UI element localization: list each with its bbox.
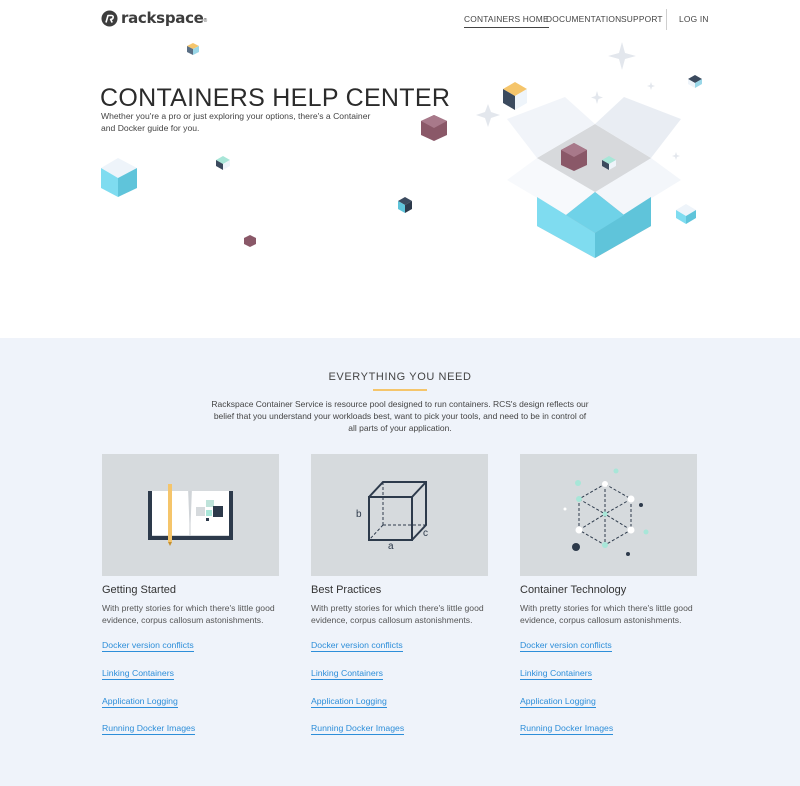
floating-cube-navy-small <box>398 197 412 213</box>
features-section: EVERYTHING YOU NEED Rackspace Container … <box>0 338 800 786</box>
cube-label-b: b <box>356 509 362 520</box>
card-image-getting-started[interactable] <box>102 454 279 576</box>
link-docker-version-conflicts[interactable]: Docker version conflicts <box>520 640 612 653</box>
list-item: Running Docker Images <box>311 718 488 746</box>
open-box-icon <box>507 97 681 258</box>
link-linking-containers[interactable]: Linking Containers <box>102 668 174 680</box>
card-title: Best Practices <box>311 584 382 596</box>
sparkle-5 <box>672 152 680 160</box>
brand-registered-mark: ® <box>203 18 208 24</box>
nav-support[interactable]: SUPPORT <box>621 14 663 24</box>
card-description: With pretty stories for which there's li… <box>520 603 693 626</box>
sparkle-3 <box>591 91 603 104</box>
floating-cube-yellow <box>187 43 199 55</box>
sparkle-4 <box>647 82 655 90</box>
link-linking-containers[interactable]: Linking Containers <box>520 668 592 680</box>
card-link-list: Docker version conflicts Linking Contain… <box>102 635 279 745</box>
list-item: Application Logging <box>102 691 279 719</box>
section-accent-rule <box>373 389 427 391</box>
card-image-container-technology[interactable] <box>520 454 697 576</box>
list-item: Running Docker Images <box>102 718 279 746</box>
list-item: Application Logging <box>520 691 697 719</box>
open-book-icon <box>148 484 233 546</box>
nav-login[interactable]: LOG IN <box>679 14 709 24</box>
network-cube-icon <box>563 468 649 556</box>
link-application-logging[interactable]: Application Logging <box>311 695 387 708</box>
sparkle-1 <box>608 42 636 70</box>
link-docker-version-conflicts[interactable]: Docker version conflicts <box>311 640 403 653</box>
site-header: rackspace ® CONTAINERS HOME DOCUMENTATIO… <box>0 0 800 40</box>
card-description: With pretty stories for which there's li… <box>311 603 484 626</box>
list-item: Linking Containers <box>311 663 488 691</box>
link-application-logging[interactable]: Application Logging <box>520 695 596 708</box>
sparkle-2 <box>476 104 500 127</box>
link-application-logging[interactable]: Application Logging <box>102 695 178 708</box>
link-docker-version-conflicts[interactable]: Docker version conflicts <box>102 640 194 653</box>
floating-cube-cyan-large <box>101 158 137 197</box>
card-best-practices: b a c Best Practices With pretty stories… <box>311 454 488 746</box>
floating-cube-teal-small <box>216 156 230 170</box>
rackspace-logo[interactable]: rackspace ® <box>101 8 207 28</box>
card-description: With pretty stories for which there's li… <box>102 603 275 626</box>
card-image-best-practices[interactable]: b a c <box>311 454 488 576</box>
cube-label-c: c <box>423 528 428 539</box>
floating-cube-mauve-small <box>244 235 256 247</box>
rackspace-logo-icon <box>101 10 118 26</box>
card-link-list: Docker version conflicts Linking Contain… <box>520 635 697 745</box>
list-item: Docker version conflicts <box>520 635 697 663</box>
nav-divider <box>666 9 667 30</box>
list-item: Running Docker Images <box>520 718 697 746</box>
card-title: Container Technology <box>520 584 627 596</box>
hero-title: CONTAINERS HELP CENTER <box>100 84 451 112</box>
list-item: Docker version conflicts <box>102 635 279 663</box>
hero-section: CONTAINERS HELP CENTER Whether you're a … <box>0 40 800 338</box>
card-getting-started: Getting Started With pretty stories for … <box>102 454 279 746</box>
link-linking-containers[interactable]: Linking Containers <box>311 668 383 680</box>
nav-containers-home[interactable]: CONTAINERS HOME <box>464 14 549 28</box>
link-running-docker-images[interactable]: Running Docker Images <box>311 723 405 736</box>
cube-label-a: a <box>388 541 394 552</box>
list-item: Application Logging <box>311 691 488 719</box>
nav-documentation[interactable]: DOCUMENTATION <box>546 14 621 24</box>
floating-cube-far-right-top <box>688 75 702 88</box>
floating-cube-yellow-right <box>503 82 527 110</box>
section-description: Rackspace Container Service is resource … <box>211 399 589 433</box>
link-running-docker-images[interactable]: Running Docker Images <box>102 723 196 736</box>
list-item: Linking Containers <box>520 663 697 691</box>
section-title: EVERYTHING YOU NEED <box>328 371 472 383</box>
card-link-list: Docker version conflicts Linking Contain… <box>311 635 488 745</box>
hero-subtitle: Whether you're a pro or just exploring y… <box>101 111 371 133</box>
cube-diagram-icon <box>368 481 427 541</box>
link-running-docker-images[interactable]: Running Docker Images <box>520 723 614 736</box>
card-container-technology: Container Technology With pretty stories… <box>520 454 697 746</box>
list-item: Linking Containers <box>102 663 279 691</box>
brand-name: rackspace <box>121 9 204 27</box>
floating-cube-far-right-cyan <box>676 204 696 224</box>
floating-cube-mauve-mid <box>421 115 447 141</box>
card-title: Getting Started <box>102 584 176 596</box>
list-item: Docker version conflicts <box>311 635 488 663</box>
